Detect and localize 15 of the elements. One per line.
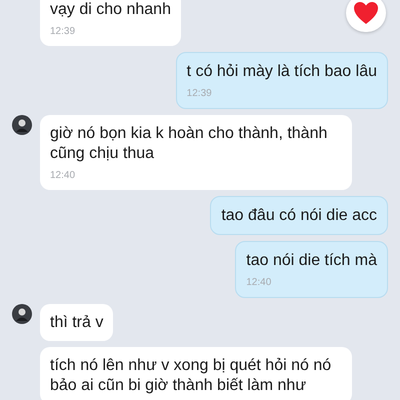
message-time: 12:40 (50, 169, 76, 182)
message-text: t có hỏi mày là tích bao lâu (186, 62, 377, 82)
message-text: giờ nó bọn kia k hoàn cho thành, thành cũng chịu thua (50, 124, 328, 164)
avatar-icon[interactable] (12, 115, 32, 135)
message-text: tích nó lên như v xong bị quét hỏi nó nó bảo ai cũn bi giờ thành biết làm như (50, 356, 332, 396)
reaction-badge[interactable] (346, 0, 386, 32)
message-text: vạy di cho nhanh (50, 0, 171, 20)
message-text: thì trả v (50, 313, 104, 333)
message-time: 12:40 (246, 276, 272, 289)
heart-icon (353, 1, 379, 25)
message-time: 12:39 (186, 87, 213, 100)
message-time: 12:39 (50, 25, 76, 38)
message-text: tao đâu có nói die acc (221, 206, 377, 226)
message-text: tao nói die tích mà (246, 251, 377, 271)
avatar-icon[interactable] (12, 304, 32, 324)
